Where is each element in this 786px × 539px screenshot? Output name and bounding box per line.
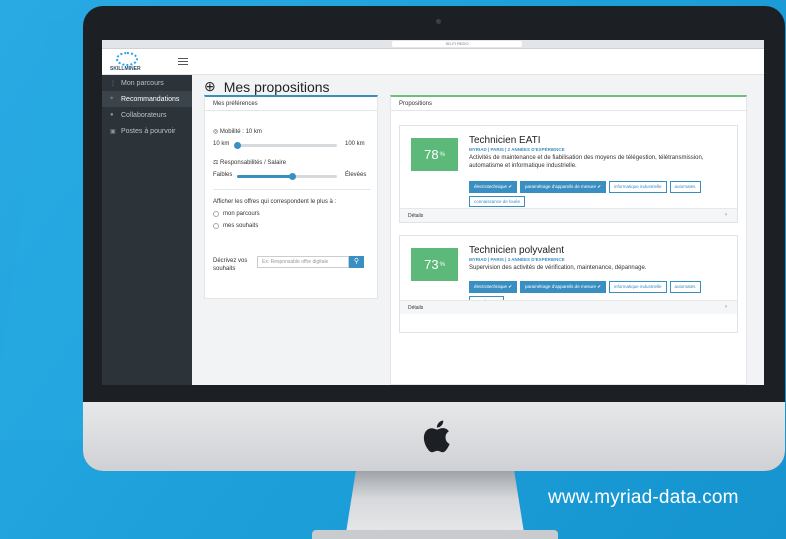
- job-meta: MYRIAD | PARIS | 3 ANNÉES D'EXPÉRIENCE: [469, 257, 565, 262]
- sidebar: ⋮ Mon parcours ⌖ Recommandations ● Colla…: [102, 75, 192, 385]
- job-description: Activités de maintenance et de fiabilisa…: [469, 155, 704, 169]
- imac-stand: [345, 471, 525, 539]
- browser-toolbar: SD-FI REDO: [102, 40, 764, 49]
- people-icon: ●: [110, 112, 114, 118]
- preferences-panel: Mes préférences ◎ Mobilité : 10 km 10 km…: [204, 95, 378, 299]
- score-value: 73: [424, 257, 439, 272]
- search-icon: ⚲: [353, 258, 360, 265]
- resp-label-text: Responsabilités / Salaire: [220, 160, 287, 166]
- resp-min: Faibles: [213, 172, 233, 178]
- panel-title: Mes préférences: [205, 97, 377, 111]
- mobility-label: ◎ Mobilité : 10 km: [213, 128, 262, 135]
- mobility-max: 100 km: [345, 141, 365, 147]
- skill-tag[interactable]: électrotechnique ✔: [469, 281, 518, 293]
- details-row[interactable]: Détails ›: [400, 208, 737, 222]
- details-label: Détails: [408, 305, 424, 311]
- skill-tags: électrotechnique ✔ paramétrage d'apparei…: [469, 181, 729, 207]
- skill-tag[interactable]: automates: [669, 281, 701, 293]
- camera-icon: [436, 19, 441, 24]
- radio-label: mon parcours: [223, 211, 260, 217]
- main-content: ⊕ Mes propositions Mes préférences ◎ Mob…: [192, 75, 764, 385]
- job-meta: MYRIAD | PARIS | 2 ANNÉES D'EXPÉRIENCE: [469, 147, 565, 152]
- match-score: 78%: [411, 138, 458, 171]
- route-icon: ⋮: [110, 80, 116, 87]
- offers-question: Afficher les offres qui correspondent le…: [213, 199, 337, 205]
- sidebar-item-mon-parcours[interactable]: ⋮ Mon parcours: [102, 75, 192, 91]
- sidebar-item-recommandations[interactable]: ⌖ Recommandations: [102, 91, 192, 107]
- sidebar-item-label: Collaborateurs: [121, 111, 167, 119]
- radio-circle[interactable]: [213, 223, 219, 229]
- sidebar-item-collaborateurs[interactable]: ● Collaborateurs: [102, 107, 192, 123]
- location-icon: ◎: [213, 129, 220, 135]
- url-bar[interactable]: SD-FI REDO: [392, 41, 522, 47]
- wishes-search-input[interactable]: Ex: Responsable offre digitale: [257, 256, 349, 268]
- resp-max: Élevées: [345, 172, 367, 178]
- search-button[interactable]: ⚲: [349, 256, 364, 268]
- percent-sign: %: [439, 151, 445, 158]
- sidebar-item-label: Mon parcours: [121, 79, 164, 87]
- sidebar-item-label: Postes à pourvoir: [121, 127, 176, 135]
- sidebar-item-label: Recommandations: [121, 95, 180, 103]
- skill-tag[interactable]: automates: [669, 181, 701, 193]
- chevron-right-icon: ›: [725, 304, 727, 310]
- job-card[interactable]: 78% Technicien EATI MYRIAD | PARIS | 2 A…: [399, 125, 738, 223]
- describe-label: Décrivez vos souhaits: [213, 258, 248, 272]
- radio-mes-souhaits[interactable]: mes souhaits: [213, 223, 258, 229]
- page-title: ⊕ Mes propositions: [204, 78, 330, 95]
- balance-icon: ⚖: [213, 160, 221, 166]
- skill-tag[interactable]: informatique industrielle: [608, 281, 667, 293]
- score-value: 78: [424, 147, 439, 162]
- apple-logo-icon: [423, 420, 450, 453]
- slider-fill: [237, 175, 292, 178]
- resp-slider[interactable]: [237, 173, 337, 180]
- skill-tag[interactable]: informatique industrielle: [608, 181, 667, 193]
- skill-tag[interactable]: paramétrage d'appareils de mesure ✔: [520, 281, 606, 293]
- radio-circle[interactable]: [213, 211, 219, 217]
- imac-stand-base: [312, 530, 558, 539]
- skill-tag[interactable]: paramétrage d'appareils de mesure ✔: [520, 181, 606, 193]
- radio-label: mes souhaits: [223, 223, 259, 229]
- slider-handle[interactable]: [234, 142, 241, 149]
- skill-tag[interactable]: connaissance de louée: [469, 196, 526, 207]
- job-description: Supervision des activités de vérificatio…: [469, 265, 647, 271]
- propositions-panel: Propositions 78% Technicien EATI MYRIAD …: [390, 95, 747, 385]
- radio-mon-parcours[interactable]: mon parcours: [213, 211, 260, 217]
- target-icon: ⌖: [110, 95, 114, 102]
- job-title[interactable]: Technicien EATI: [469, 135, 541, 146]
- details-row[interactable]: Détails ›: [400, 300, 737, 314]
- mobility-slider[interactable]: [234, 142, 337, 149]
- logo-icon: [116, 52, 138, 66]
- menu-icon[interactable]: [178, 58, 188, 65]
- job-card[interactable]: 73% Technicien polyvalent MYRIAD | PARIS…: [399, 235, 738, 333]
- app-header: SKILLMINER: [102, 49, 764, 75]
- briefcase-icon: ▣: [110, 128, 116, 135]
- page-title-text: Mes propositions: [223, 78, 330, 95]
- panel-title: Propositions: [391, 97, 746, 111]
- slider-handle[interactable]: [289, 173, 296, 180]
- screen: SD-FI REDO SKILLMINER ⋮ Mon parcours ⌖ R…: [102, 40, 764, 385]
- divider: [213, 189, 371, 190]
- mobility-min: 10 km: [213, 141, 230, 147]
- crosshair-icon: ⊕: [204, 78, 216, 94]
- percent-sign: %: [439, 261, 445, 268]
- logo-text: SKILLMINER: [110, 66, 141, 72]
- match-score: 73%: [411, 248, 458, 281]
- chevron-right-icon: ›: [725, 212, 727, 218]
- sidebar-item-postes[interactable]: ▣ Postes à pourvoir: [102, 123, 192, 139]
- skill-tag[interactable]: électrotechnique ✔: [469, 181, 518, 193]
- website-url[interactable]: www.myriad-data.com: [548, 487, 739, 509]
- job-title[interactable]: Technicien polyvalent: [469, 245, 564, 256]
- mobility-label-text: Mobilité : 10 km: [219, 129, 262, 135]
- resp-label: ⚖ Responsabilités / Salaire: [213, 159, 286, 166]
- details-label: Détails: [408, 213, 424, 219]
